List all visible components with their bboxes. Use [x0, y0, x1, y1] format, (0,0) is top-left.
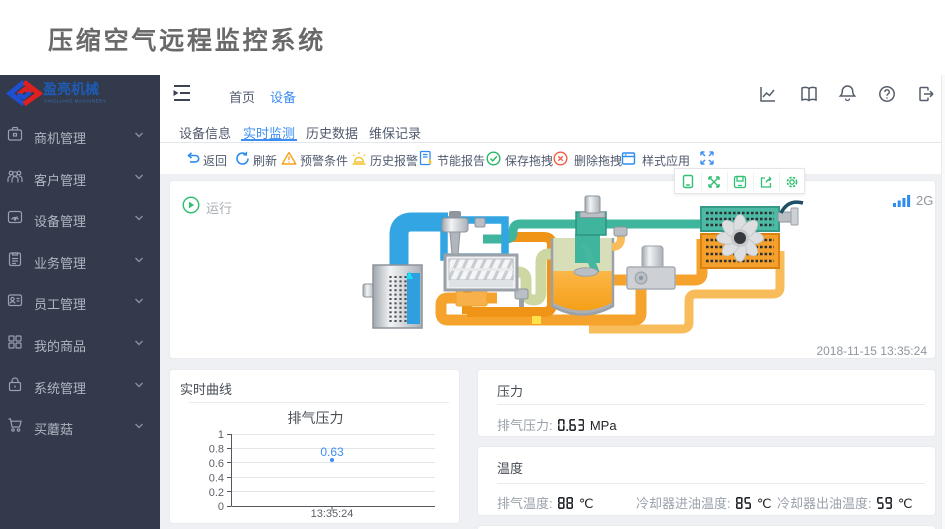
- svg-text:1: 1: [218, 429, 224, 441]
- svg-text:13:35:24: 13:35:24: [311, 508, 354, 520]
- svg-text:0.4: 0.4: [209, 473, 224, 485]
- svg-text:0: 0: [218, 501, 224, 513]
- svg-text:0.63: 0.63: [320, 445, 344, 459]
- svg-text:0.2: 0.2: [209, 487, 224, 499]
- svg-text:YINGLIANG MACHINERY: YINGLIANG MACHINERY: [44, 99, 106, 104]
- svg-text:盈亮机械: 盈亮机械: [42, 81, 99, 97]
- svg-text:0.6: 0.6: [209, 458, 224, 470]
- svg-text:0.8: 0.8: [209, 444, 224, 456]
